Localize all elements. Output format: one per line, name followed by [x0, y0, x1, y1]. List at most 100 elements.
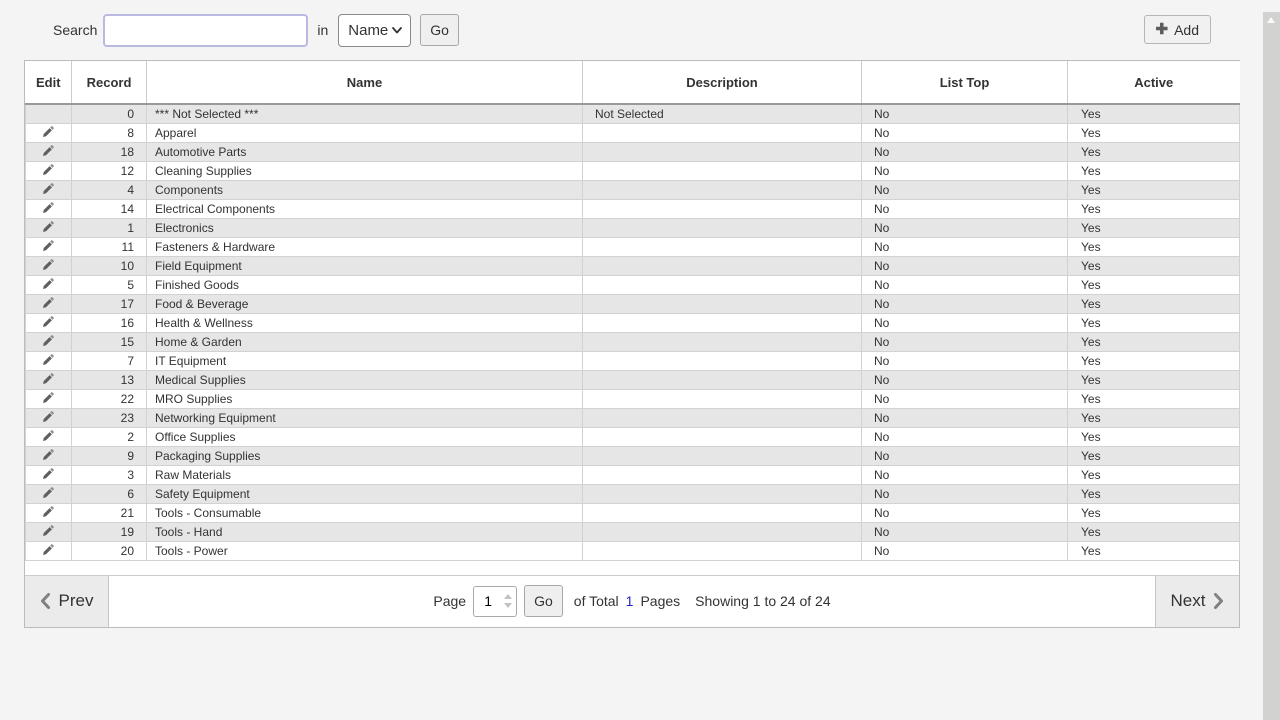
- list-top-cell: No: [862, 351, 1068, 370]
- edit-pencil-icon[interactable]: [42, 524, 55, 537]
- record-cell: 11: [72, 237, 147, 256]
- edit-pencil-icon[interactable]: [42, 353, 55, 366]
- edit-cell: [26, 522, 72, 541]
- edit-pencil-icon[interactable]: [42, 391, 55, 404]
- edit-pencil-icon[interactable]: [42, 125, 55, 138]
- active-cell: Yes: [1068, 294, 1240, 313]
- record-cell: 13: [72, 370, 147, 389]
- edit-cell: [26, 199, 72, 218]
- table-row: 18Automotive PartsNoYes: [26, 142, 1240, 161]
- edit-pencil-icon[interactable]: [42, 448, 55, 461]
- name-cell: Office Supplies: [147, 427, 583, 446]
- record-cell: 18: [72, 142, 147, 161]
- page-number-input[interactable]: [474, 592, 502, 610]
- table-row: 1ElectronicsNoYes: [26, 218, 1240, 237]
- edit-pencil-icon[interactable]: [42, 505, 55, 518]
- edit-pencil-icon[interactable]: [42, 144, 55, 157]
- edit-cell: [26, 351, 72, 370]
- description-cell: [583, 275, 862, 294]
- list-top-cell: No: [862, 541, 1068, 560]
- page-label: Page: [433, 593, 466, 609]
- record-cell: 23: [72, 408, 147, 427]
- active-cell: Yes: [1068, 142, 1240, 161]
- description-cell: [583, 256, 862, 275]
- list-top-cell: No: [862, 503, 1068, 522]
- edit-pencil-icon[interactable]: [42, 334, 55, 347]
- edit-pencil-icon[interactable]: [42, 239, 55, 252]
- edit-pencil-icon[interactable]: [42, 315, 55, 328]
- list-top-cell: No: [862, 256, 1068, 275]
- edit-pencil-icon[interactable]: [42, 296, 55, 309]
- name-cell: Field Equipment: [147, 256, 583, 275]
- prev-button-label: Prev: [59, 591, 94, 611]
- edit-cell: [26, 332, 72, 351]
- edit-pencil-icon[interactable]: [42, 467, 55, 480]
- edit-pencil-icon[interactable]: [42, 410, 55, 423]
- prev-button[interactable]: Prev: [25, 576, 109, 627]
- search-go-button[interactable]: Go: [420, 14, 459, 46]
- edit-cell: [26, 104, 72, 123]
- record-cell: 15: [72, 332, 147, 351]
- edit-pencil-icon[interactable]: [42, 372, 55, 385]
- page-number-spinner[interactable]: [502, 594, 513, 608]
- name-cell: Apparel: [147, 123, 583, 142]
- name-cell: Electrical Components: [147, 199, 583, 218]
- active-cell: Yes: [1068, 427, 1240, 446]
- scrollbar-up-icon[interactable]: [1267, 17, 1275, 23]
- table-row: 13Medical SuppliesNoYes: [26, 370, 1240, 389]
- edit-cell: [26, 427, 72, 446]
- edit-pencil-icon[interactable]: [42, 543, 55, 556]
- next-button[interactable]: Next: [1155, 576, 1239, 627]
- search-field-select[interactable]: Name: [338, 14, 411, 47]
- spinner-up-icon[interactable]: [504, 594, 512, 599]
- active-cell: Yes: [1068, 256, 1240, 275]
- column-header-record: Record: [72, 61, 147, 104]
- list-top-cell: No: [862, 294, 1068, 313]
- active-cell: Yes: [1068, 275, 1240, 294]
- edit-pencil-icon[interactable]: [42, 486, 55, 499]
- edit-pencil-icon[interactable]: [42, 182, 55, 195]
- of-total-label: of Total: [574, 593, 619, 609]
- list-top-cell: No: [862, 237, 1068, 256]
- record-cell: 14: [72, 199, 147, 218]
- edit-pencil-icon[interactable]: [42, 220, 55, 233]
- list-top-cell: No: [862, 142, 1068, 161]
- table-row: 0*** Not Selected ***Not SelectedNoYes: [26, 104, 1240, 123]
- list-top-cell: No: [862, 427, 1068, 446]
- description-cell: [583, 503, 862, 522]
- record-cell: 19: [72, 522, 147, 541]
- edit-cell: [26, 313, 72, 332]
- active-cell: Yes: [1068, 161, 1240, 180]
- table-row: 10Field EquipmentNoYes: [26, 256, 1240, 275]
- showing-summary: Showing 1 to 24 of 24: [695, 593, 830, 609]
- edit-pencil-icon[interactable]: [42, 258, 55, 271]
- edit-pencil-icon[interactable]: [42, 163, 55, 176]
- chevron-right-icon: [1214, 593, 1224, 609]
- spinner-down-icon[interactable]: [504, 603, 512, 608]
- edit-pencil-icon[interactable]: [42, 201, 55, 214]
- edit-cell: [26, 123, 72, 142]
- chevron-down-icon: [392, 27, 402, 34]
- edit-pencil-icon[interactable]: [42, 277, 55, 290]
- add-button-label: Add: [1174, 22, 1199, 38]
- description-cell: [583, 294, 862, 313]
- record-cell: 1: [72, 218, 147, 237]
- description-cell: Not Selected: [583, 104, 862, 123]
- in-label: in: [317, 22, 328, 38]
- table-row: 11Fasteners & HardwareNoYes: [26, 237, 1240, 256]
- description-cell: [583, 142, 862, 161]
- add-button[interactable]: ✚ Add: [1144, 15, 1212, 44]
- page-go-button[interactable]: Go: [524, 585, 563, 617]
- active-cell: Yes: [1068, 237, 1240, 256]
- list-top-cell: No: [862, 522, 1068, 541]
- record-cell: 21: [72, 503, 147, 522]
- edit-cell: [26, 389, 72, 408]
- record-cell: 0: [72, 104, 147, 123]
- record-cell: 9: [72, 446, 147, 465]
- scrollbar[interactable]: [1263, 12, 1280, 720]
- search-input[interactable]: [103, 14, 308, 47]
- table-row: 4ComponentsNoYes: [26, 180, 1240, 199]
- list-top-cell: No: [862, 275, 1068, 294]
- edit-pencil-icon[interactable]: [42, 429, 55, 442]
- edit-cell: [26, 161, 72, 180]
